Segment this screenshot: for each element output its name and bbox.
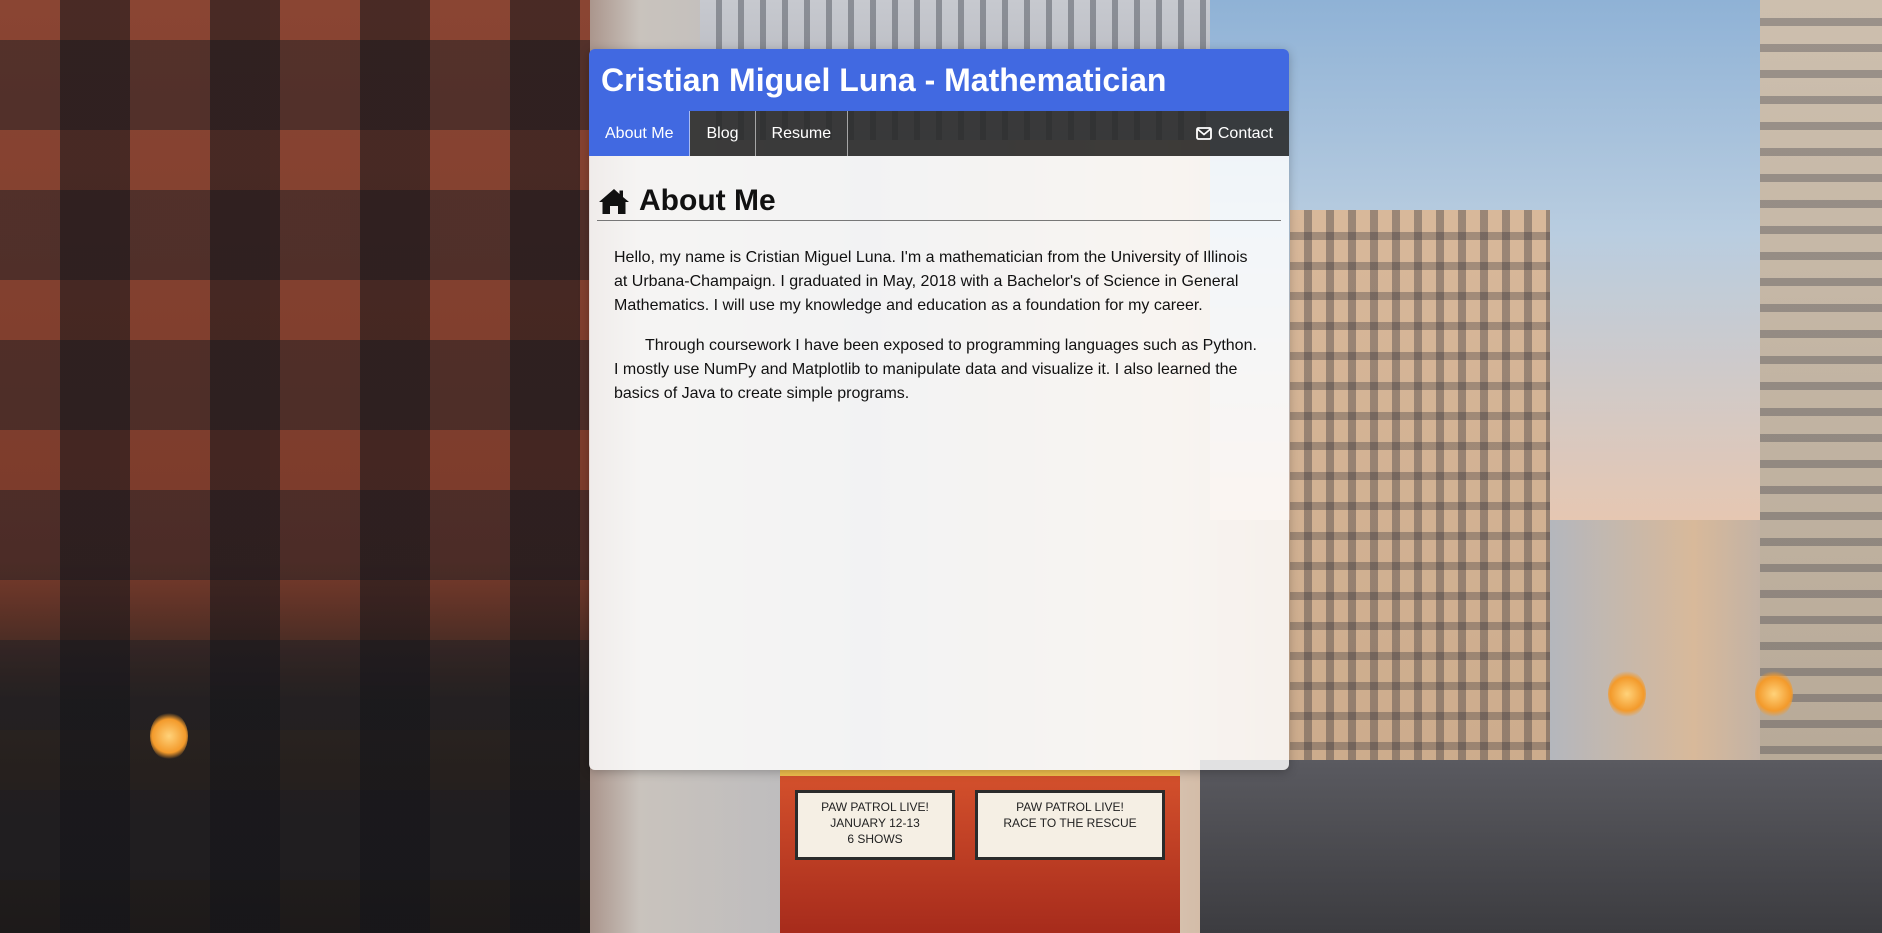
nav-item-label: Resume <box>771 124 832 142</box>
street-lamp <box>150 712 188 760</box>
marquee-right-line: PAW PATROL LIVE! <box>1016 800 1124 814</box>
main-panel: Cristian Miguel Luna - Mathematician Abo… <box>589 49 1289 770</box>
about-paragraph: Hello, my name is Cristian Miguel Luna. … <box>614 249 1248 314</box>
page-heading: About Me <box>597 184 1281 221</box>
nav-item-about-me[interactable]: About Me <box>589 111 691 156</box>
nav-item-blog[interactable]: Blog <box>690 111 756 156</box>
marquee-left-line: PAW PATROL LIVE! <box>821 800 929 814</box>
marquee-right-line: RACE TO THE RESCUE <box>1003 816 1137 830</box>
site-title: Cristian Miguel Luna - Mathematician <box>601 61 1167 98</box>
home-icon <box>597 187 631 215</box>
envelope-icon <box>1195 127 1212 140</box>
marquee-sign-right: PAW PATROL LIVE! RACE TO THE RESCUE <box>975 790 1165 860</box>
nav-bar: About Me Blog Resume Contact <box>589 111 1289 156</box>
background-building-left <box>0 0 590 933</box>
about-paragraph: Through coursework I have been exposed t… <box>614 337 1257 402</box>
background-street <box>1200 760 1882 933</box>
street-lamp <box>1755 670 1793 718</box>
site-header: Cristian Miguel Luna - Mathematician <box>589 49 1289 111</box>
nav-item-resume[interactable]: Resume <box>756 111 849 156</box>
marquee-sign-left: PAW PATROL LIVE! JANUARY 12-13 6 SHOWS <box>795 790 955 860</box>
nav-contact-label: Contact <box>1217 124 1273 142</box>
nav-item-label: Blog <box>706 124 739 142</box>
marquee-left-line: 6 SHOWS <box>847 832 903 846</box>
content-area: About Me Hello, my name is Cristian Migu… <box>589 156 1289 770</box>
street-lamp <box>1608 670 1646 718</box>
page-title: About Me <box>639 184 776 217</box>
nav-item-contact[interactable]: Contact <box>1180 111 1289 156</box>
marquee-left-line: JANUARY 12-13 <box>830 816 920 830</box>
nav-item-label: About Me <box>605 124 674 142</box>
